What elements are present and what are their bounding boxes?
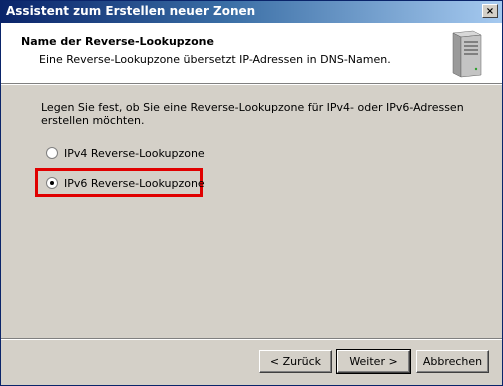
title-bar[interactable]: Assistent zum Erstellen neuer Zonen × [1, 1, 502, 23]
footer-divider [1, 338, 502, 340]
option-ipv4-label[interactable]: IPv4 Reverse-Lookupzone [64, 147, 205, 160]
wizard-header: Name der Reverse-Lookupzone Eine Reverse… [1, 23, 502, 83]
option-ipv6-label[interactable]: IPv6 Reverse-Lookupzone [64, 177, 205, 190]
option-ipv4[interactable]: IPv4 Reverse-Lookupzone [46, 145, 205, 161]
cancel-button[interactable]: Abbrechen [416, 350, 489, 373]
wizard-window: Assistent zum Erstellen neuer Zonen × Na… [0, 0, 503, 386]
server-icon [452, 30, 482, 78]
header-divider [1, 83, 502, 85]
radio-ipv6[interactable] [46, 177, 58, 189]
close-icon: × [485, 6, 495, 17]
page-subtitle: Eine Reverse-Lookupzone übersetzt IP-Adr… [39, 53, 391, 66]
intro-text: Legen Sie fest, ob Sie eine Reverse-Look… [41, 101, 464, 127]
option-ipv6[interactable]: IPv6 Reverse-Lookupzone [46, 175, 205, 191]
radio-ipv4[interactable] [46, 147, 58, 159]
page-title: Name der Reverse-Lookupzone [21, 35, 214, 48]
window-title: Assistent zum Erstellen neuer Zonen [6, 4, 256, 18]
next-button[interactable]: Weiter > [336, 349, 411, 374]
close-button[interactable]: × [482, 4, 498, 18]
back-button[interactable]: < Zurück [259, 350, 332, 373]
